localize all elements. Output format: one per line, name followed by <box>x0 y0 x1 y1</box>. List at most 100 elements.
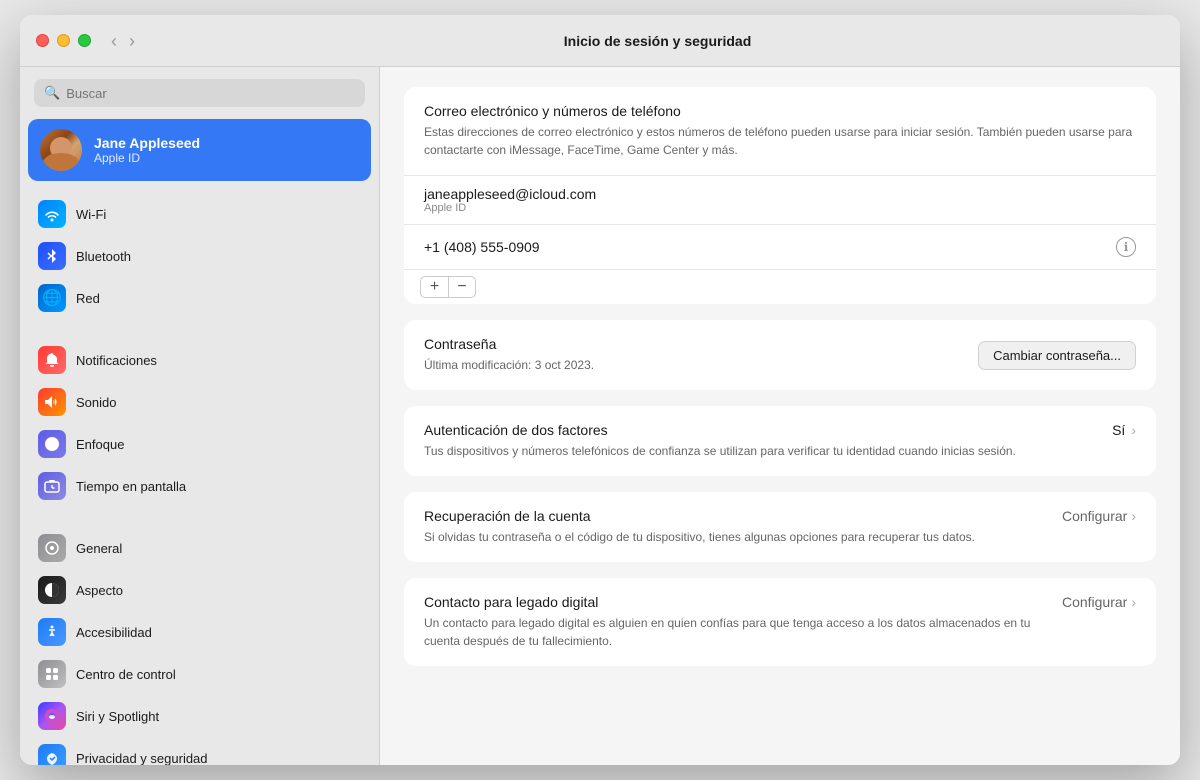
sidebar-item-label: Centro de control <box>76 667 176 682</box>
two-factor-title: Autenticación de dos factores <box>424 422 1096 438</box>
sidebar-item-focus[interactable]: Enfoque <box>28 423 371 465</box>
email-section-title: Correo electrónico y números de teléfono <box>424 103 1136 119</box>
recovery-title: Recuperación de la cuenta <box>424 508 1046 524</box>
sidebar-item-sound[interactable]: Sonido <box>28 381 371 423</box>
sidebar-item-screentime[interactable]: Tiempo en pantalla <box>28 465 371 507</box>
email-value: janeappleseed@icloud.com <box>424 186 1136 202</box>
sidebar-item-label: Enfoque <box>76 437 124 452</box>
two-factor-card: Autenticación de dos factores Tus dispos… <box>404 406 1156 476</box>
general-icon <box>38 534 66 562</box>
sidebar-item-privacy[interactable]: Privacidad y seguridad <box>28 737 371 765</box>
sidebar-item-label: Privacidad y seguridad <box>76 751 208 766</box>
sidebar-item-label: Wi-Fi <box>76 207 106 222</box>
sidebar-item-label: Aspecto <box>76 583 123 598</box>
sidebar-item-network[interactable]: 🌐 Red <box>28 277 371 319</box>
traffic-lights <box>36 34 91 47</box>
legacy-configure-label: Configurar <box>1062 594 1127 610</box>
email-section-desc: Estas direcciones de correo electrónico … <box>424 123 1136 159</box>
email-phone-card: Correo electrónico y números de teléfono… <box>404 87 1156 304</box>
user-name: Jane Appleseed <box>94 135 200 151</box>
phone-row: +1 (408) 555-0909 ℹ <box>404 225 1156 270</box>
sidebar-item-notifications[interactable]: Notificaciones <box>28 339 371 381</box>
sidebar-item-wifi[interactable]: Wi-Fi <box>28 193 371 235</box>
content-panel: Correo electrónico y números de teléfono… <box>380 67 1180 765</box>
screentime-icon <box>38 472 66 500</box>
sidebar-item-accessibility[interactable]: Accesibilidad <box>28 611 371 653</box>
forward-button[interactable]: › <box>125 30 139 52</box>
legacy-title: Contacto para legado digital <box>424 594 1046 610</box>
network-icon: 🌐 <box>38 284 66 312</box>
search-icon: 🔍 <box>44 85 60 101</box>
recovery-action: Configurar › <box>1062 508 1136 524</box>
privacy-icon <box>38 744 66 765</box>
window-title: Inicio de sesión y seguridad <box>151 33 1164 49</box>
phone-value: +1 (408) 555-0909 <box>424 239 540 255</box>
back-button[interactable]: ‹ <box>107 30 121 52</box>
sidebar-item-label: Notificaciones <box>76 353 157 368</box>
email-header-section: Correo electrónico y números de teléfono… <box>404 87 1156 176</box>
chevron-right-icon: › <box>1131 422 1136 438</box>
legacy-action: Configurar › <box>1062 594 1136 610</box>
main-content: 🔍 Jane Appleseed Apple ID <box>20 67 1180 765</box>
user-profile-item[interactable]: Jane Appleseed Apple ID <box>28 119 371 181</box>
sidebar-item-label: General <box>76 541 122 556</box>
appearance-icon <box>38 576 66 604</box>
search-input[interactable] <box>66 86 355 101</box>
change-password-button[interactable]: Cambiar contraseña... <box>978 341 1136 370</box>
recovery-row[interactable]: Recuperación de la cuenta Si olvidas tu … <box>404 492 1156 562</box>
titlebar: ‹ › Inicio de sesión y seguridad <box>20 15 1180 67</box>
controlcenter-icon <box>38 660 66 688</box>
recovery-desc: Si olvidas tu contraseña o el código de … <box>424 528 1046 546</box>
password-title: Contraseña <box>424 336 594 352</box>
recovery-card: Recuperación de la cuenta Si olvidas tu … <box>404 492 1156 562</box>
add-button[interactable]: + <box>420 276 448 298</box>
info-icon[interactable]: ℹ <box>1116 237 1136 257</box>
sidebar-item-label: Red <box>76 291 100 306</box>
two-factor-info: Autenticación de dos factores Tus dispos… <box>424 422 1112 460</box>
sidebar-item-label: Bluetooth <box>76 249 131 264</box>
siri-icon <box>38 702 66 730</box>
avatar <box>40 129 82 171</box>
two-factor-row[interactable]: Autenticación de dos factores Tus dispos… <box>404 406 1156 476</box>
recovery-info: Recuperación de la cuenta Si olvidas tu … <box>424 508 1062 546</box>
nav-arrows: ‹ › <box>107 30 139 52</box>
legacy-info: Contacto para legado digital Un contacto… <box>424 594 1062 650</box>
sidebar: 🔍 Jane Appleseed Apple ID <box>20 67 380 765</box>
sidebar-item-label: Accesibilidad <box>76 625 152 640</box>
recovery-configure-label: Configurar <box>1062 508 1127 524</box>
email-entry: janeappleseed@icloud.com Apple ID <box>404 176 1156 225</box>
sound-icon <box>38 388 66 416</box>
sidebar-item-label: Siri y Spotlight <box>76 709 159 724</box>
sidebar-item-label: Tiempo en pantalla <box>76 479 186 494</box>
sidebar-item-appearance[interactable]: Aspecto <box>28 569 371 611</box>
two-factor-desc: Tus dispositivos y números telefónicos d… <box>424 442 1096 460</box>
focus-icon <box>38 430 66 458</box>
chevron-right-icon-2: › <box>1131 508 1136 524</box>
sidebar-item-controlcenter[interactable]: Centro de control <box>28 653 371 695</box>
password-subtitle: Última modificación: 3 oct 2023. <box>424 356 594 374</box>
remove-button[interactable]: − <box>448 276 476 298</box>
legacy-row[interactable]: Contacto para legado digital Un contacto… <box>404 578 1156 666</box>
sidebar-item-general[interactable]: General <box>28 527 371 569</box>
password-row: Contraseña Última modificación: 3 oct 20… <box>404 320 1156 390</box>
bluetooth-icon <box>38 242 66 270</box>
maximize-button[interactable] <box>78 34 91 47</box>
main-window: ‹ › Inicio de sesión y seguridad 🔍 Jane … <box>20 15 1180 765</box>
close-button[interactable] <box>36 34 49 47</box>
sidebar-section-system: Notificaciones Sonido <box>28 339 371 507</box>
sidebar-item-siri[interactable]: Siri y Spotlight <box>28 695 371 737</box>
chevron-right-icon-3: › <box>1131 594 1136 610</box>
accessibility-icon <box>38 618 66 646</box>
password-info: Contraseña Última modificación: 3 oct 20… <box>424 336 594 374</box>
sidebar-item-bluetooth[interactable]: Bluetooth <box>28 235 371 277</box>
two-factor-status: Sí › <box>1112 422 1136 438</box>
password-card: Contraseña Última modificación: 3 oct 20… <box>404 320 1156 390</box>
minimize-button[interactable] <box>57 34 70 47</box>
user-subtitle: Apple ID <box>94 151 200 165</box>
sidebar-item-label: Sonido <box>76 395 116 410</box>
search-bar[interactable]: 🔍 <box>34 79 365 107</box>
sidebar-section-preferences: General Aspecto <box>28 527 371 765</box>
legacy-desc: Un contacto para legado digital es algui… <box>424 614 1046 650</box>
add-remove-row: + − <box>404 270 1156 304</box>
wifi-icon <box>38 200 66 228</box>
